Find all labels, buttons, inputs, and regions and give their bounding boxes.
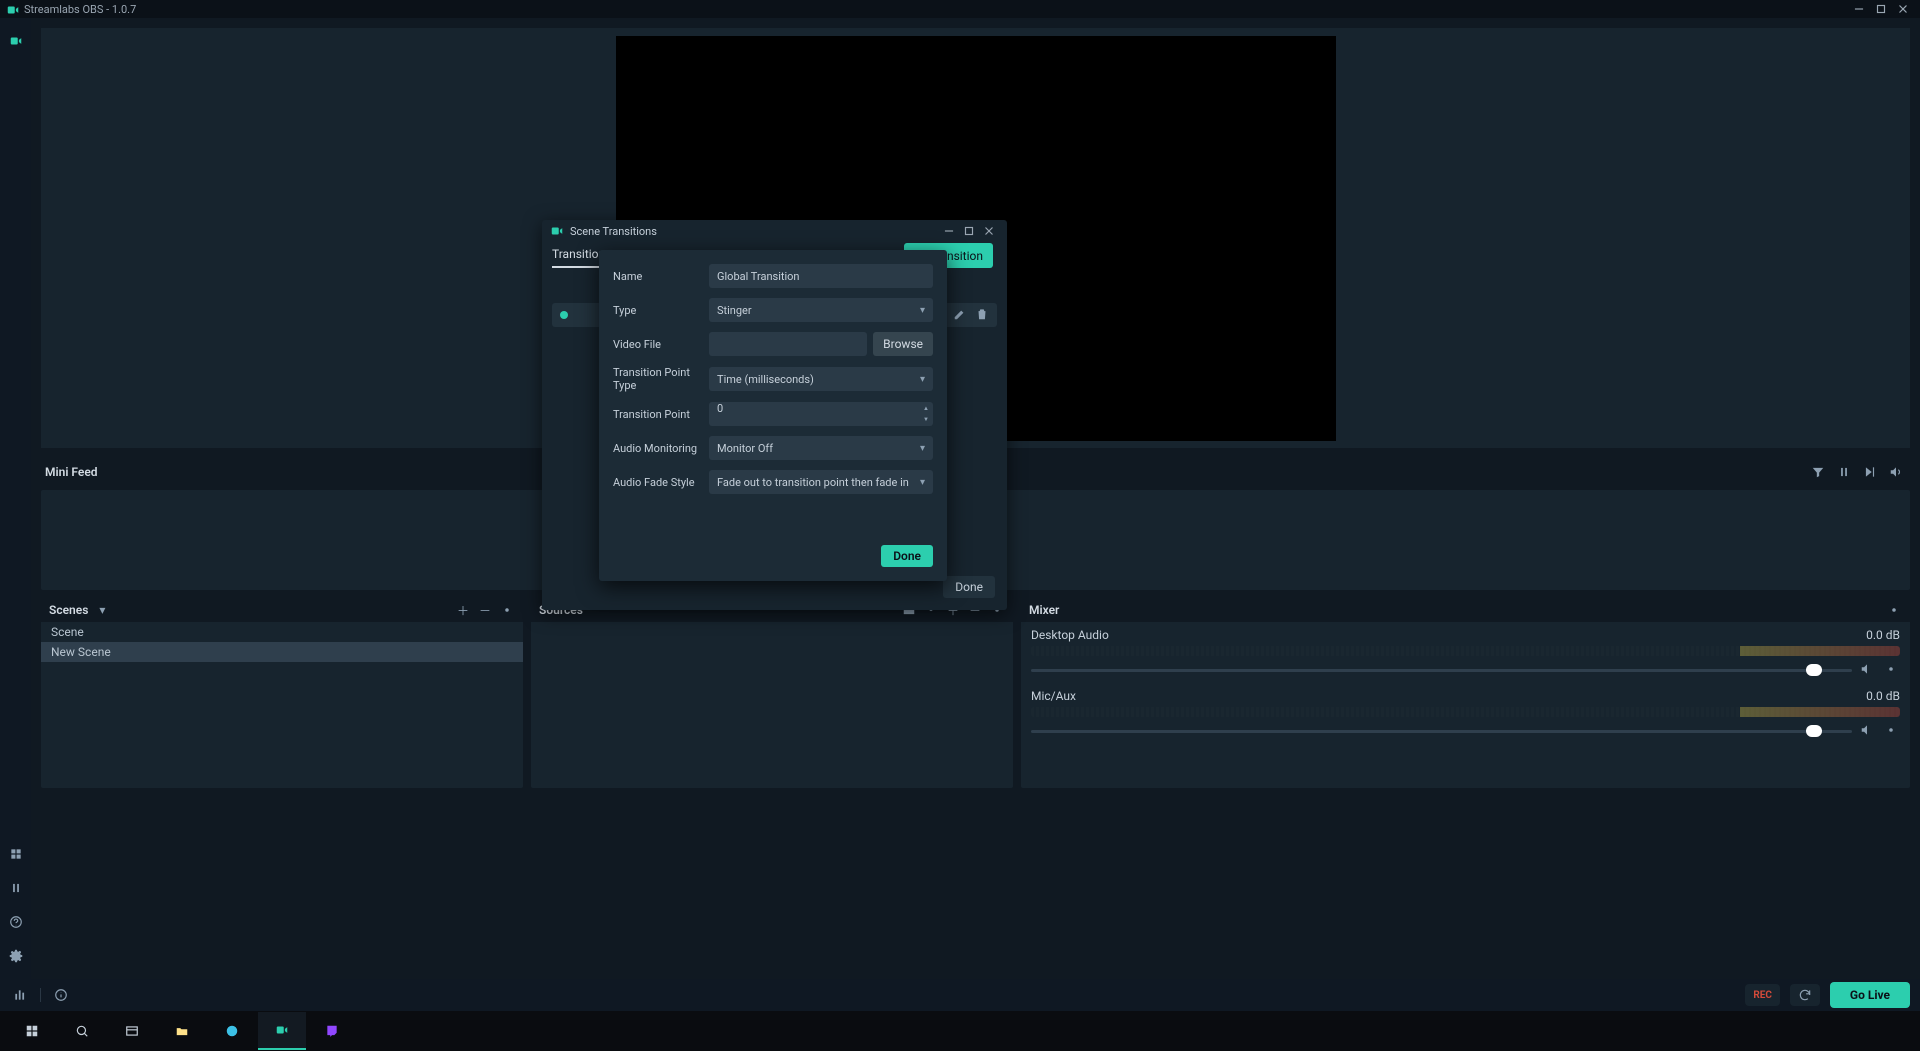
mixer-channel: Mic/Aux 0.0 dB (1021, 683, 1910, 744)
stats-icon[interactable] (10, 988, 30, 1002)
skip-icon[interactable] (1860, 462, 1880, 482)
scenes-title: Scenes (49, 603, 88, 617)
mixer-title: Mixer (1029, 603, 1059, 617)
modal-maximize-button[interactable] (959, 224, 979, 238)
type-label: Type (613, 304, 709, 317)
mixer-ch-name: Desktop Audio (1031, 628, 1109, 642)
edit-icon[interactable] (953, 307, 967, 324)
scene-row[interactable]: Scene (41, 622, 523, 642)
rail-settings-icon[interactable] (0, 939, 31, 973)
mixer-slider[interactable] (1031, 730, 1852, 733)
rail-pause-icon[interactable] (0, 871, 31, 905)
search-icon[interactable] (58, 1012, 106, 1050)
mixer-ch-name: Mic/Aux (1031, 689, 1076, 703)
side-rail (0, 18, 31, 979)
volume-icon[interactable] (1886, 462, 1906, 482)
video-file-label: Video File (613, 338, 709, 351)
tpt-select[interactable]: Time (milliseconds) (709, 367, 933, 391)
status-bar: REC Go Live (0, 979, 1920, 1011)
transition-form-popover: Name Type Stinger Video File Browse Tran… (599, 250, 947, 581)
modal-minimize-button[interactable] (939, 224, 959, 238)
window-maximize-button[interactable] (1870, 0, 1892, 18)
modal-title: Scene Transitions (570, 225, 939, 238)
mixer-ch-db: 0.0 dB (1866, 628, 1900, 642)
info-icon[interactable] (51, 988, 71, 1002)
ch-settings-icon[interactable] (1884, 723, 1900, 740)
rail-dashboard-icon[interactable] (0, 837, 31, 871)
add-scene-icon[interactable]: ＋ (455, 602, 471, 619)
ch-settings-icon[interactable] (1884, 662, 1900, 679)
window-title: Streamlabs OBS - 1.0.7 (24, 3, 1848, 16)
video-file-input[interactable] (709, 332, 867, 356)
edge-icon[interactable] (208, 1012, 256, 1050)
mixer-panel: Mixer Desktop Audio 0.0 dB (1021, 598, 1910, 788)
mixer-meter (1031, 646, 1900, 656)
name-input[interactable] (709, 264, 933, 288)
replay-icon[interactable] (1790, 984, 1820, 1006)
form-done-button[interactable]: Done (881, 545, 933, 567)
start-button[interactable] (8, 1012, 56, 1050)
scene-name: New Scene (51, 645, 111, 659)
mixer-slider[interactable] (1031, 669, 1852, 672)
rec-toggle[interactable]: REC (1745, 984, 1780, 1006)
streamlabs-icon[interactable] (258, 1012, 306, 1050)
scene-name: Scene (51, 625, 84, 639)
tp-label: Transition Point (613, 408, 709, 421)
mute-icon[interactable] (1860, 662, 1876, 679)
window-titlebar: Streamlabs OBS - 1.0.7 (0, 0, 1920, 18)
sources-panel: Sources ＋ － (531, 598, 1013, 788)
pause-icon[interactable] (1834, 462, 1854, 482)
tp-stepper[interactable]: 0 (709, 402, 933, 426)
modal-done-button[interactable]: Done (943, 576, 995, 598)
app-icon (6, 3, 18, 15)
twitch-icon[interactable] (308, 1012, 356, 1050)
task-view-icon[interactable] (108, 1012, 156, 1050)
modal-close-button[interactable] (979, 224, 999, 238)
trash-icon[interactable] (975, 307, 989, 324)
windows-taskbar (0, 1011, 1920, 1051)
settings-scene-icon[interactable] (499, 603, 515, 617)
caret-down-icon[interactable]: ▾ (94, 603, 110, 617)
mixer-settings-icon[interactable] (1886, 603, 1902, 617)
active-dot-icon (560, 311, 568, 319)
browse-button[interactable]: Browse (873, 332, 933, 356)
am-label: Audio Monitoring (613, 442, 709, 455)
scenes-panel: Scenes ▾ ＋ － Scene New Scene (41, 598, 523, 788)
mixer-ch-db: 0.0 dB (1866, 689, 1900, 703)
modal-app-icon (550, 224, 564, 238)
window-close-button[interactable] (1892, 0, 1914, 18)
rail-editor-icon[interactable] (0, 24, 31, 58)
mixer-meter (1031, 707, 1900, 717)
afs-select[interactable]: Fade out to transition point then fade i… (709, 470, 933, 494)
name-label: Name (613, 270, 709, 283)
mini-feed-title: Mini Feed (45, 465, 98, 479)
type-select[interactable]: Stinger (709, 298, 933, 322)
remove-scene-icon[interactable]: － (477, 602, 493, 619)
rail-help-icon[interactable] (0, 905, 31, 939)
explorer-icon[interactable] (158, 1012, 206, 1050)
mute-icon[interactable] (1860, 723, 1876, 740)
tpt-label: Transition Point Type (613, 366, 709, 392)
mixer-channel: Desktop Audio 0.0 dB (1021, 622, 1910, 683)
afs-label: Audio Fade Style (613, 476, 709, 489)
am-select[interactable]: Monitor Off (709, 436, 933, 460)
window-minimize-button[interactable] (1848, 0, 1870, 18)
filter-icon[interactable] (1808, 462, 1828, 482)
scene-row[interactable]: New Scene (41, 642, 523, 662)
go-live-button[interactable]: Go Live (1830, 982, 1910, 1008)
